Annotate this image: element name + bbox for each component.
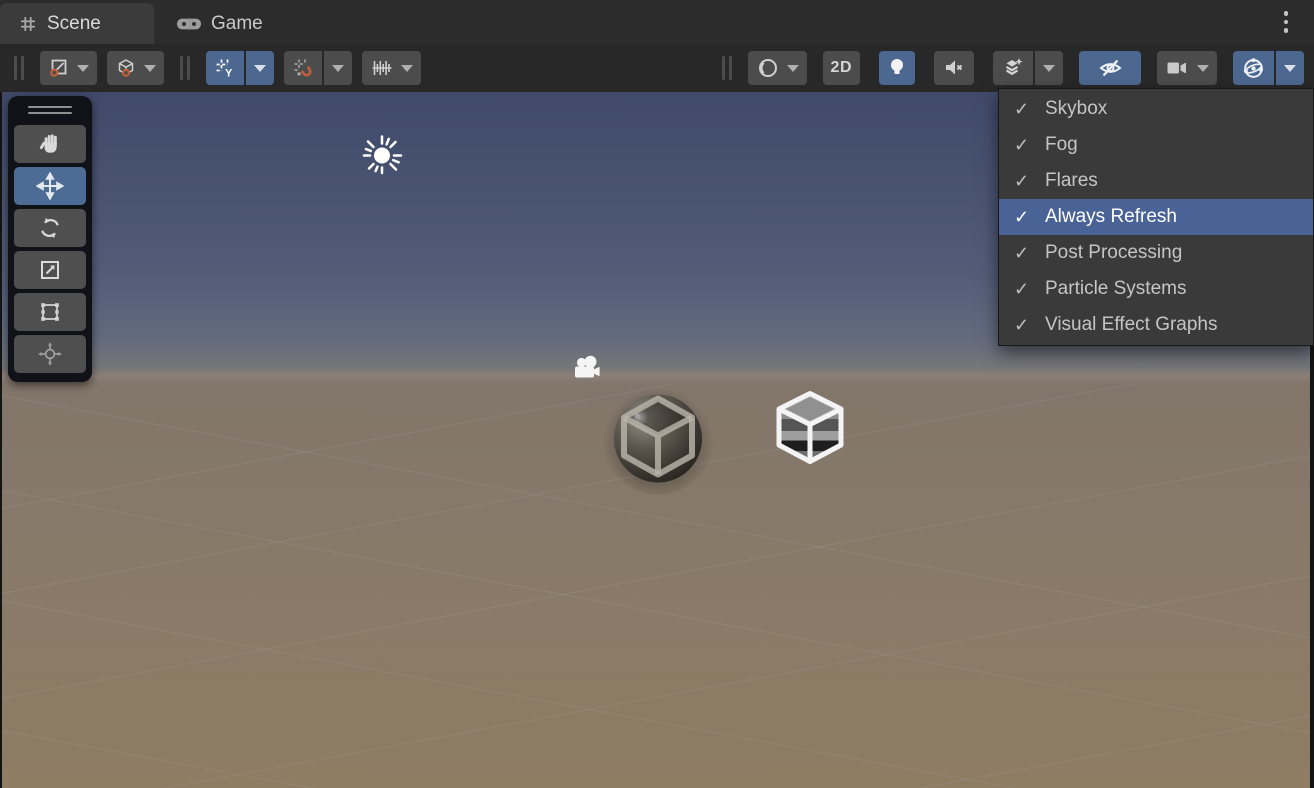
transform-icon xyxy=(37,341,63,367)
menu-item-fog[interactable]: ✓ Fog xyxy=(999,127,1313,163)
tab-scene-label: Scene xyxy=(47,13,101,35)
rotate-icon xyxy=(37,215,63,241)
snap-dropdown[interactable] xyxy=(324,51,352,85)
snap-button xyxy=(284,51,352,85)
menu-item-label: Flares xyxy=(1045,170,1098,192)
ruler-icon xyxy=(370,57,394,79)
scale-tool[interactable] xyxy=(14,251,86,289)
check-icon: ✓ xyxy=(999,99,1045,120)
chevron-down-icon xyxy=(1284,65,1296,72)
transform-tool[interactable] xyxy=(14,335,86,373)
tab-bar: Scene Game xyxy=(0,0,1314,44)
hand-icon xyxy=(37,131,63,157)
camera-overlay-button[interactable] xyxy=(1157,51,1217,85)
rotate-tool[interactable] xyxy=(14,209,86,247)
shaded-sphere-icon xyxy=(756,56,780,80)
move-tool[interactable] xyxy=(14,167,86,205)
striped-cube-gizmo[interactable] xyxy=(760,381,860,486)
chevron-down-icon xyxy=(1197,65,1209,72)
overlay-drag-handle[interactable] xyxy=(28,106,72,114)
tab-game[interactable]: Game xyxy=(158,3,281,44)
scene-lighting-toggle[interactable] xyxy=(879,51,915,85)
light-bulb-icon xyxy=(887,56,907,80)
grid-visibility-dropdown[interactable] xyxy=(246,51,274,85)
move-icon xyxy=(36,172,64,200)
audio-muted-icon xyxy=(942,57,966,79)
check-icon: ✓ xyxy=(999,315,1045,336)
pivot-icon xyxy=(48,57,70,79)
chevron-down-icon xyxy=(254,65,266,72)
toolbar-drag-handle[interactable] xyxy=(180,56,190,80)
chevron-down-icon xyxy=(1043,65,1055,72)
view-hand-tool[interactable] xyxy=(14,125,86,163)
toolbar-drag-handle[interactable] xyxy=(14,56,24,80)
check-icon: ✓ xyxy=(999,243,1045,264)
rect-icon xyxy=(37,299,63,325)
mode-2d-toggle[interactable]: 2D xyxy=(823,51,860,85)
tool-handle-orientation-button[interactable] xyxy=(107,51,164,85)
gizmos-dropdown[interactable] xyxy=(1276,51,1304,85)
hidden-objects-toggle[interactable] xyxy=(1079,51,1141,85)
gamepad-icon xyxy=(176,16,202,32)
menu-item-always-refresh[interactable]: ✓ Always Refresh xyxy=(999,199,1313,235)
snap-increment-button[interactable] xyxy=(362,51,421,85)
effects-dropdown[interactable] xyxy=(1035,51,1063,85)
grid-icon xyxy=(18,14,38,34)
menu-item-flares[interactable]: ✓ Flares xyxy=(999,163,1313,199)
gizmo-sphere-icon xyxy=(1241,56,1266,81)
snap-toggle[interactable] xyxy=(284,51,322,85)
striped-cube xyxy=(760,381,860,481)
tools-overlay xyxy=(8,96,92,382)
chevron-down-icon xyxy=(332,65,344,72)
effects-star-icon xyxy=(1001,56,1025,80)
gizmos-toggle[interactable] xyxy=(1233,51,1274,85)
tool-handle-position-button[interactable] xyxy=(40,51,97,85)
check-icon: ✓ xyxy=(999,171,1045,192)
wireframe-cube-on-sphere xyxy=(596,377,720,501)
menu-item-label: Visual Effect Graphs xyxy=(1045,314,1218,336)
menu-item-label: Particle Systems xyxy=(1045,278,1186,300)
scale-icon xyxy=(37,257,63,283)
grid-visibility-toggle[interactable]: Y xyxy=(206,51,244,85)
eye-slash-icon xyxy=(1097,57,1124,79)
cube-pivot-icon xyxy=(115,57,137,79)
svg-text:Y: Y xyxy=(225,68,233,80)
menu-item-skybox[interactable]: ✓ Skybox xyxy=(999,91,1313,127)
effects-toggle[interactable] xyxy=(993,51,1033,85)
menu-item-label: Post Processing xyxy=(1045,242,1182,264)
chevron-down-icon xyxy=(144,65,156,72)
menu-item-post-processing[interactable]: ✓ Post Processing xyxy=(999,235,1313,271)
menu-item-label: Always Refresh xyxy=(1045,206,1177,228)
chevron-down-icon xyxy=(77,65,89,72)
rect-tool[interactable] xyxy=(14,293,86,331)
effects-dropdown-menu: ✓ Skybox ✓ Fog ✓ Flares ✓ Always Refresh… xyxy=(998,88,1314,346)
draw-mode-button[interactable] xyxy=(748,51,807,85)
check-icon: ✓ xyxy=(999,135,1045,156)
menu-item-visual-effect-graphs[interactable]: ✓ Visual Effect Graphs xyxy=(999,307,1313,343)
grid-visibility-button: Y xyxy=(206,51,274,85)
sphere-object-gizmo[interactable] xyxy=(596,377,720,506)
grid-y-icon: Y xyxy=(214,57,236,79)
mode-2d-label: 2D xyxy=(831,59,852,77)
menu-item-label: Skybox xyxy=(1045,98,1107,120)
check-icon: ✓ xyxy=(999,279,1045,300)
video-camera-icon xyxy=(1165,57,1190,79)
check-icon: ✓ xyxy=(999,207,1045,228)
tab-game-label: Game xyxy=(211,13,263,35)
gizmos-button xyxy=(1233,51,1304,85)
chevron-down-icon xyxy=(401,65,413,72)
menu-item-particle-systems[interactable]: ✓ Particle Systems xyxy=(999,271,1313,307)
scene-toolbar: Y xyxy=(0,44,1314,92)
audio-toggle[interactable] xyxy=(934,51,974,85)
kebab-menu-icon[interactable] xyxy=(1276,8,1296,36)
directional-light-gizmo[interactable] xyxy=(355,129,409,188)
toolbar-drag-handle[interactable] xyxy=(722,56,732,80)
tab-scene[interactable]: Scene xyxy=(0,3,154,44)
snap-magnet-icon xyxy=(292,57,314,79)
effects-button xyxy=(993,51,1063,85)
chevron-down-icon xyxy=(787,65,799,72)
sun-icon xyxy=(355,129,409,183)
menu-item-label: Fog xyxy=(1045,134,1078,156)
